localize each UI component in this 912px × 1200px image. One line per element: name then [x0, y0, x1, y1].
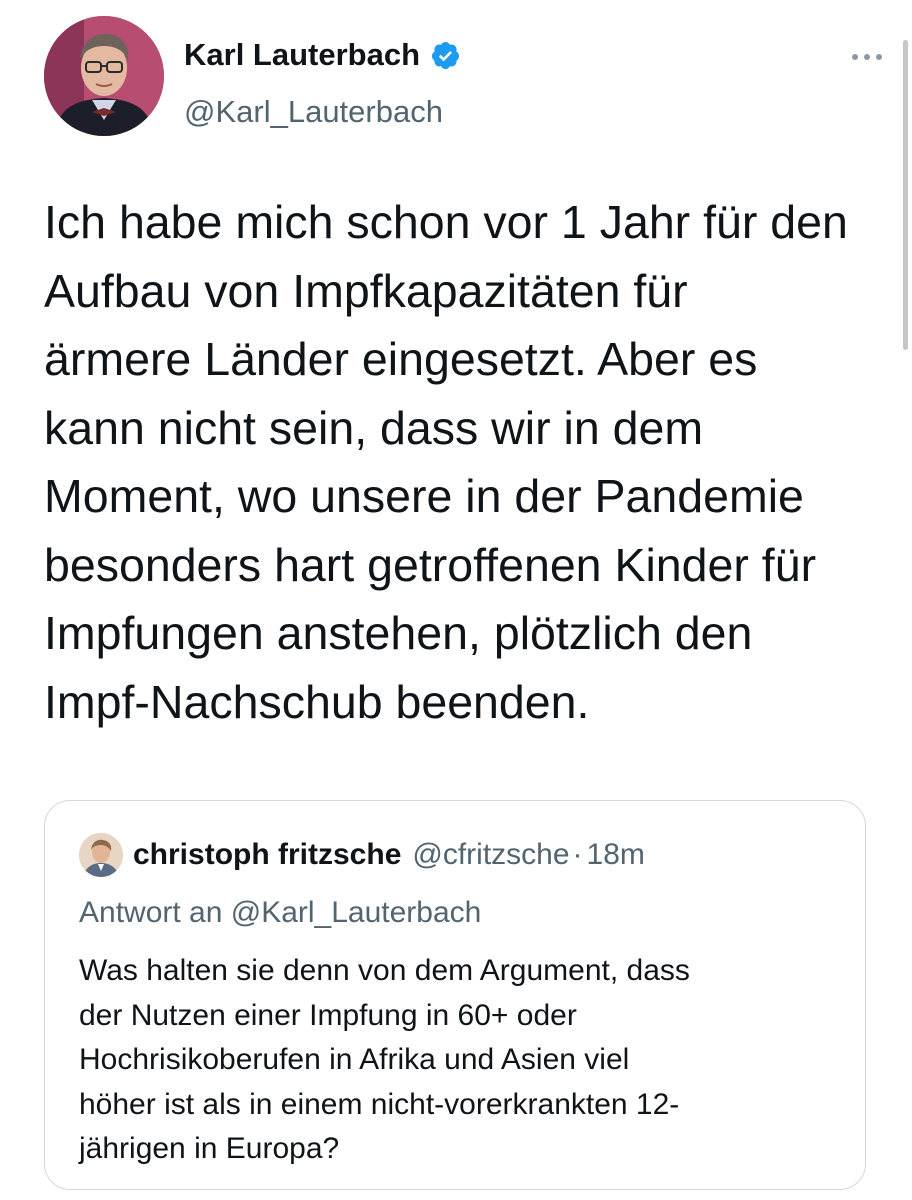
quoted-author-display-name[interactable]: christoph fritzsche: [133, 838, 401, 872]
tweet-text: Ich habe mich schon vor 1 Jahr für den A…: [44, 196, 848, 728]
author-display-name[interactable]: Karl Lauterbach: [184, 36, 420, 74]
scrollbar[interactable]: [903, 40, 908, 350]
more-options-icon[interactable]: [850, 50, 884, 64]
verified-badge-icon: [431, 41, 460, 69]
author-name-row[interactable]: Karl Lauterbach: [184, 36, 461, 74]
author-avatar[interactable]: [44, 16, 164, 136]
quoted-tweet-text: Was halten sie denn von dem Argument, da…: [79, 954, 690, 1165]
author-handle[interactable]: @Karl_Lauterbach: [184, 92, 443, 132]
quoted-author-handle[interactable]: @cfritzsche: [412, 838, 569, 872]
dot-separator: ·: [572, 838, 583, 871]
reply-to-label: Antwort an @Karl_Lauterbach: [79, 896, 482, 929]
quoted-tweet-timestamp[interactable]: 18m: [587, 838, 645, 872]
quoted-tweet-header: christoph fritzsche @cfritzsche · 18m: [79, 833, 645, 877]
quoted-author-avatar: [79, 833, 123, 877]
tweet-header: Karl Lauterbach @Karl_Lauterbach: [44, 16, 884, 140]
quoted-tweet-card[interactable]: christoph fritzsche @cfritzsche · 18m An…: [44, 800, 866, 1190]
